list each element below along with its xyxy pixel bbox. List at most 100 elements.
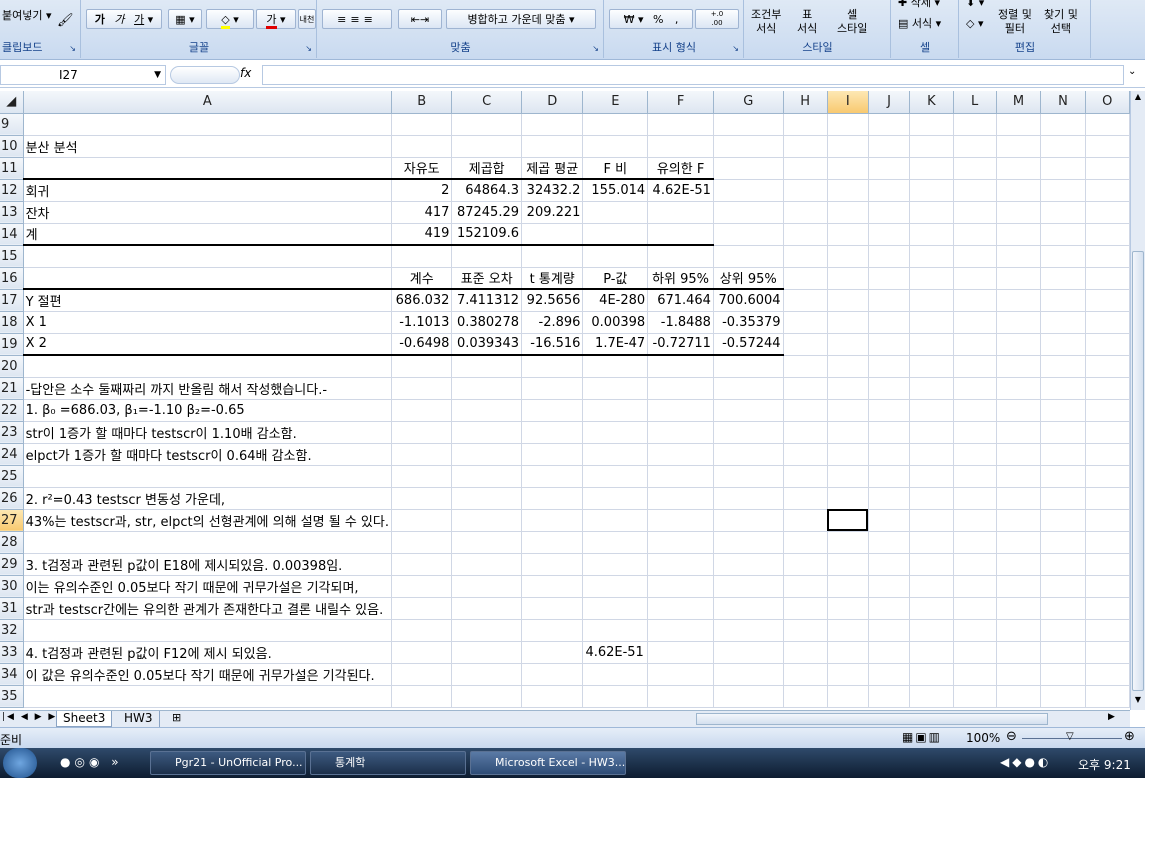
cell-i24[interactable]: [827, 443, 869, 466]
cell-k19[interactable]: [909, 333, 954, 356]
cell-k20[interactable]: [909, 355, 954, 378]
cell-k35[interactable]: [909, 685, 954, 708]
cell-g14[interactable]: [713, 223, 784, 246]
view-buttons[interactable]: ▦▣▥: [902, 730, 942, 744]
cell-b17[interactable]: 686.032: [391, 289, 453, 312]
cell-a31[interactable]: str과 testscr간에는 유의한 관계가 존재한다고 결론 내릴수 있음.: [23, 597, 393, 620]
cell-h21[interactable]: [783, 377, 828, 400]
cell-f24[interactable]: [647, 443, 714, 466]
row-header[interactable]: 27: [0, 509, 24, 532]
find-select-button[interactable]: 찾기 및 선택: [1044, 8, 1078, 36]
cell-g10[interactable]: [713, 135, 784, 158]
cell-l25[interactable]: [953, 465, 997, 488]
cell-k29[interactable]: [909, 553, 954, 576]
cell-n9[interactable]: [1040, 113, 1086, 136]
cell-e12[interactable]: 155.014: [582, 179, 649, 202]
chevron-down-icon[interactable]: ▼: [154, 66, 161, 84]
cell-l22[interactable]: [953, 399, 997, 422]
cell-a33[interactable]: 4. t검정과 관련된 p값이 F12에 제시 되있음.: [23, 641, 393, 664]
cell-g12[interactable]: [713, 179, 784, 202]
cell-g19[interactable]: -0.57244: [713, 333, 784, 356]
cell-o15[interactable]: [1085, 245, 1130, 268]
cell-h26[interactable]: [783, 487, 828, 510]
currency-button[interactable]: ₩: [624, 13, 635, 26]
cell-g34[interactable]: [713, 663, 784, 686]
cell-e24[interactable]: [582, 443, 649, 466]
cell-g15[interactable]: [713, 245, 784, 268]
cell-k18[interactable]: [909, 311, 954, 334]
cell-d9[interactable]: [521, 113, 584, 136]
cell-d35[interactable]: [521, 685, 584, 708]
cell-h15[interactable]: [783, 245, 828, 268]
row-header[interactable]: 28: [0, 531, 24, 554]
cell-b20[interactable]: [391, 355, 453, 378]
cell-n11[interactable]: [1040, 157, 1086, 180]
cell-n18[interactable]: [1040, 311, 1086, 334]
taskbar-item-browser[interactable]: Pgr21 - UnOfficial Pro...: [150, 751, 306, 775]
cell-f14[interactable]: [647, 223, 714, 246]
cell-d14[interactable]: [521, 223, 584, 246]
cell-l20[interactable]: [953, 355, 997, 378]
cell-e31[interactable]: [582, 597, 649, 620]
cell-a23[interactable]: str이 1증가 할 때마다 testscr이 1.10배 감소함.: [23, 421, 393, 444]
cell-k26[interactable]: [909, 487, 954, 510]
bold-button[interactable]: 가: [95, 13, 105, 26]
row-header[interactable]: 21: [0, 377, 24, 400]
cell-i26[interactable]: [827, 487, 869, 510]
cell-o18[interactable]: [1085, 311, 1130, 334]
cell-f32[interactable]: [647, 619, 714, 642]
cell-d30[interactable]: [521, 575, 584, 598]
cell-a22[interactable]: 1. β₀ =686.03, β₁=-1.10 β₂=-0.65: [23, 399, 393, 422]
cell-k22[interactable]: [909, 399, 954, 422]
cell-e35[interactable]: [582, 685, 649, 708]
cell-c20[interactable]: [451, 355, 522, 378]
cell-g24[interactable]: [713, 443, 784, 466]
cell-g11[interactable]: [713, 157, 784, 180]
cell-a30[interactable]: 이는 유의수준인 0.05보다 작기 때문에 귀무가설은 기각되며,: [23, 575, 393, 598]
cell-c32[interactable]: [451, 619, 522, 642]
fill-color-button[interactable]: ◇ ▾: [206, 9, 254, 29]
cell-o11[interactable]: [1085, 157, 1130, 180]
cell-e19[interactable]: 1.7E-47: [582, 333, 649, 356]
cell-b31[interactable]: [391, 597, 453, 620]
cell-e29[interactable]: [582, 553, 649, 576]
cell-l19[interactable]: [953, 333, 997, 356]
start-button[interactable]: [3, 748, 37, 778]
cell-b19[interactable]: -0.6498: [391, 333, 453, 356]
cell-n14[interactable]: [1040, 223, 1086, 246]
cell-g25[interactable]: [713, 465, 784, 488]
cell-n16[interactable]: [1040, 267, 1086, 290]
cell-c23[interactable]: [451, 421, 522, 444]
cell-i27[interactable]: [827, 509, 869, 532]
cell-j17[interactable]: [868, 289, 911, 312]
cell-f31[interactable]: [647, 597, 714, 620]
cell-o31[interactable]: [1085, 597, 1130, 620]
cell-h20[interactable]: [783, 355, 828, 378]
cell-m32[interactable]: [996, 619, 1042, 642]
cell-j20[interactable]: [868, 355, 911, 378]
column-header-c[interactable]: C: [451, 91, 522, 114]
cell-m33[interactable]: [996, 641, 1042, 664]
cell-o23[interactable]: [1085, 421, 1130, 444]
cell-b28[interactable]: [391, 531, 453, 554]
cell-e16[interactable]: P-값: [582, 267, 649, 290]
cell-h28[interactable]: [783, 531, 828, 554]
cell-b18[interactable]: -1.1013: [391, 311, 453, 334]
cell-f18[interactable]: -1.8488: [647, 311, 714, 334]
cell-e23[interactable]: [582, 421, 649, 444]
row-header[interactable]: 20: [0, 355, 24, 378]
merge-center-button[interactable]: 병합하고 가운데 맞춤 ▾: [446, 9, 596, 29]
cell-n23[interactable]: [1040, 421, 1086, 444]
cell-g30[interactable]: [713, 575, 784, 598]
cell-f28[interactable]: [647, 531, 714, 554]
taskbar-item-excel[interactable]: Microsoft Excel - HW3...: [470, 751, 626, 775]
cell-b26[interactable]: [391, 487, 453, 510]
cell-d13[interactable]: 209.221: [521, 201, 584, 224]
cell-h13[interactable]: [783, 201, 828, 224]
cell-c19[interactable]: 0.039343: [451, 333, 522, 356]
cell-i15[interactable]: [827, 245, 869, 268]
cell-j19[interactable]: [868, 333, 911, 356]
cell-c28[interactable]: [451, 531, 522, 554]
cell-m23[interactable]: [996, 421, 1042, 444]
cell-i23[interactable]: [827, 421, 869, 444]
